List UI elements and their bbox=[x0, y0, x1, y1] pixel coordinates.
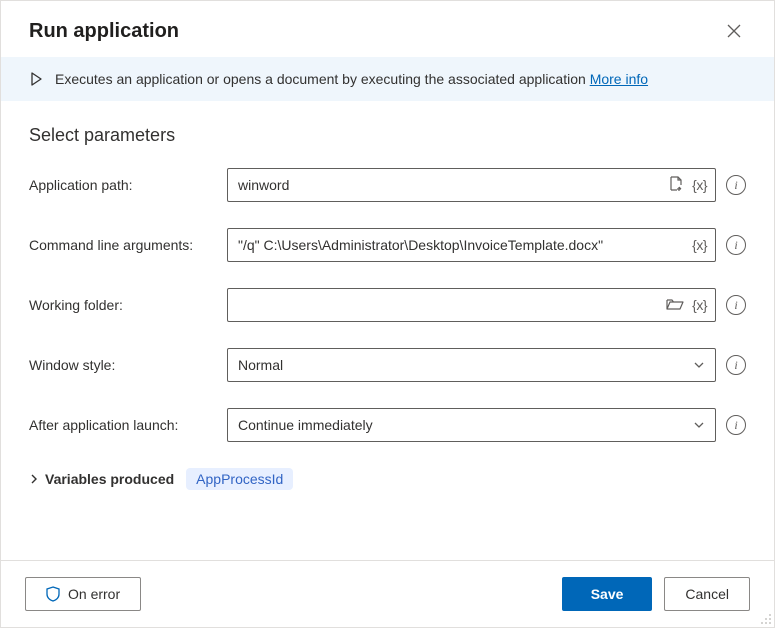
label-cmd-args: Command line arguments: bbox=[29, 237, 227, 253]
dialog-header: Run application bbox=[1, 1, 774, 57]
info-icon[interactable]: i bbox=[726, 415, 746, 435]
shield-icon bbox=[46, 586, 60, 602]
footer-actions: Save Cancel bbox=[562, 577, 750, 611]
close-button[interactable] bbox=[722, 19, 746, 43]
chevron-down-icon bbox=[693, 359, 705, 371]
variable-icon[interactable]: {x} bbox=[692, 237, 707, 253]
field-icons: {x} bbox=[668, 176, 707, 195]
application-path-field: {x} bbox=[227, 168, 716, 202]
info-text: Executes an application or opens a docum… bbox=[55, 71, 586, 87]
save-button[interactable]: Save bbox=[562, 577, 653, 611]
variable-pill[interactable]: AppProcessId bbox=[186, 468, 293, 490]
info-bar: Executes an application or opens a docum… bbox=[1, 57, 774, 101]
row-application-path: Application path: {x} i bbox=[29, 168, 746, 202]
field-wrap: Continue immediately i bbox=[227, 408, 746, 442]
cmd-args-input[interactable] bbox=[238, 237, 692, 253]
field-icons: {x} bbox=[692, 237, 707, 253]
info-icon[interactable]: i bbox=[726, 175, 746, 195]
label-window-style: Window style: bbox=[29, 357, 227, 373]
application-path-input[interactable] bbox=[238, 177, 668, 193]
chevron-down-icon bbox=[693, 419, 705, 431]
info-icon[interactable]: i bbox=[726, 235, 746, 255]
variable-icon[interactable]: {x} bbox=[692, 177, 707, 193]
window-style-value: Normal bbox=[238, 357, 283, 373]
field-wrap: {x} i bbox=[227, 168, 746, 202]
variable-icon[interactable]: {x} bbox=[692, 297, 707, 313]
row-window-style: Window style: Normal i bbox=[29, 348, 746, 382]
window-style-select[interactable]: Normal bbox=[227, 348, 716, 382]
dialog-title: Run application bbox=[29, 20, 179, 43]
after-launch-value: Continue immediately bbox=[238, 417, 373, 433]
info-icon[interactable]: i bbox=[726, 295, 746, 315]
working-folder-field: {x} bbox=[227, 288, 716, 322]
dialog-run-application: Run application Executes an application … bbox=[1, 1, 774, 627]
section-title: Select parameters bbox=[29, 125, 746, 146]
row-cmd-args: Command line arguments: {x} i bbox=[29, 228, 746, 262]
field-wrap: {x} i bbox=[227, 288, 746, 322]
on-error-label: On error bbox=[68, 586, 120, 602]
dialog-footer: On error Save Cancel bbox=[1, 560, 774, 627]
play-icon bbox=[29, 72, 43, 86]
cancel-button[interactable]: Cancel bbox=[664, 577, 750, 611]
after-launch-select[interactable]: Continue immediately bbox=[227, 408, 716, 442]
cmd-args-field: {x} bbox=[227, 228, 716, 262]
file-picker-icon[interactable] bbox=[668, 176, 684, 195]
row-after-launch: After application launch: Continue immed… bbox=[29, 408, 746, 442]
close-icon bbox=[727, 24, 741, 38]
cancel-label: Cancel bbox=[685, 586, 729, 602]
label-application-path: Application path: bbox=[29, 177, 227, 193]
info-icon[interactable]: i bbox=[726, 355, 746, 375]
dialog-content: Select parameters Application path: {x} … bbox=[1, 101, 774, 560]
info-text-wrap: Executes an application or opens a docum… bbox=[55, 71, 648, 87]
variables-produced-row: Variables produced AppProcessId bbox=[29, 468, 746, 490]
working-folder-input[interactable] bbox=[238, 297, 666, 313]
field-wrap: Normal i bbox=[227, 348, 746, 382]
label-after-launch: After application launch: bbox=[29, 417, 227, 433]
label-working-folder: Working folder: bbox=[29, 297, 227, 313]
field-wrap: {x} i bbox=[227, 228, 746, 262]
on-error-button[interactable]: On error bbox=[25, 577, 141, 611]
save-label: Save bbox=[591, 586, 624, 602]
field-icons: {x} bbox=[666, 297, 707, 314]
folder-picker-icon[interactable] bbox=[666, 297, 684, 314]
chevron-right-icon bbox=[29, 474, 39, 484]
variables-produced-toggle[interactable]: Variables produced bbox=[29, 471, 174, 487]
variables-produced-label: Variables produced bbox=[45, 471, 174, 487]
row-working-folder: Working folder: {x} i bbox=[29, 288, 746, 322]
more-info-link[interactable]: More info bbox=[590, 71, 648, 87]
